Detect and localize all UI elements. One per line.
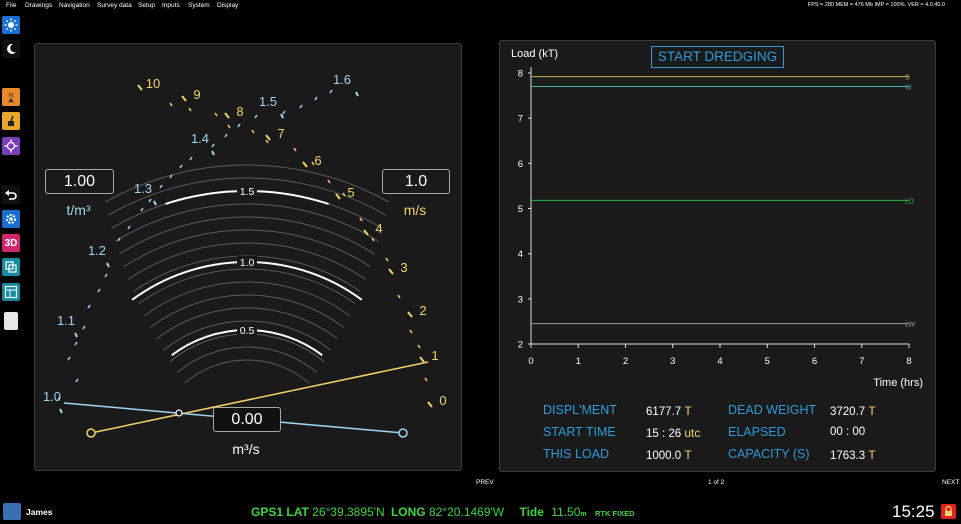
x-tick-label: 1 [576,356,581,367]
series-label-s: S [905,75,910,82]
x-tick-label: 4 [717,356,722,367]
clock: 15:25 [892,502,935,521]
x-axis-label: Time (hrs) [873,377,923,389]
start-time-label: START TIME [543,425,616,439]
tide-unit: m [580,511,587,518]
x-tick-label: 6 [812,356,817,367]
series-label-lw: LW [905,322,915,329]
next-page-button[interactable]: NEXT [942,479,959,486]
elapsed-value: 00 : 00 [830,426,866,438]
deadweight-value: 3720.7 T [830,404,876,418]
tide-value: 11.50 [551,505,581,519]
y-tick-label: 4 [518,249,523,260]
lat-value: 26°39.3895'N [312,505,385,519]
long-label: LONG [390,505,426,519]
user-name: James [26,507,53,517]
start-time-value: 15 : 26 utc [646,426,701,440]
y-tick-label: 3 [518,294,523,305]
prev-page-button[interactable]: PREV [476,479,494,486]
this-load-value: 1000.0 T [646,448,692,462]
y-tick-label: 2 [518,340,523,351]
long-value: 82°20.1469'W [428,505,505,519]
gps-readout: GPS1 LAT 26°39.3895'N LONG 82°20.1469'W … [251,505,635,519]
x-tick-label: 5 [765,356,770,367]
y-tick-label: 6 [518,159,523,170]
displacement-value: 6177.7 T [646,404,692,418]
lock-icon[interactable] [941,504,956,519]
start-dredging-button[interactable]: START DREDGING [651,46,784,68]
rtk-status: RTK FIXED [594,509,635,518]
tide-label: Tide [519,505,544,519]
this-load-label: THIS LOAD [543,447,609,461]
capacity-value: 1763.3 T [830,448,876,462]
x-tick-label: 3 [670,356,675,367]
series-label-w: W [905,85,912,92]
series-label-ld: LD [905,198,914,205]
page-indicator: 1 of 2 [708,479,725,486]
displacement-label: DISPL'MENT [543,403,617,417]
capacity-label: CAPACITY (S) [728,447,810,461]
elapsed-label: ELAPSED [728,425,786,439]
x-tick-label: 2 [623,356,628,367]
x-tick-label: 8 [906,356,911,367]
load-chart: 2 3 4 5 6 7 8 0 1 2 3 4 5 6 7 8 Load (kT) Time (hrs) SW LD L… [511,48,923,389]
x-tick-label: 0 [528,356,533,367]
status-bar: James GPS1 LAT 26°39.3895'N LONG 82°20.1… [0,502,961,522]
y-tick-label: 7 [518,114,523,125]
x-tick-label: 7 [859,356,864,367]
user-avatar [3,503,21,520]
y-tick-label: 5 [518,204,523,215]
gps-label: GPS1 [251,505,284,519]
deadweight-label: DEAD WEIGHT [728,403,817,417]
y-tick-label: 8 [518,69,523,80]
lat-label: LAT [286,505,309,519]
y-axis-label: Load (kT) [511,48,558,60]
